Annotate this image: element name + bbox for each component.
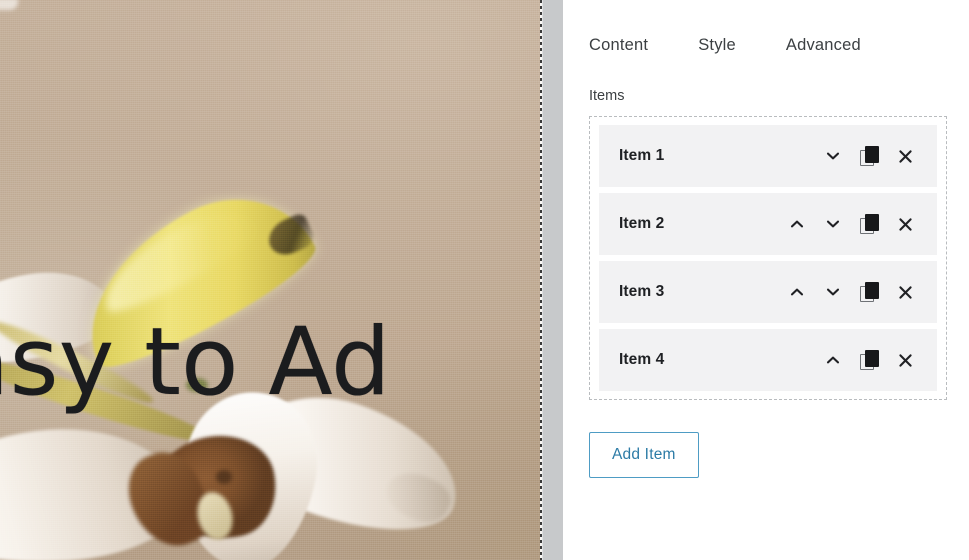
chevron-down-icon[interactable]: [815, 138, 851, 174]
copy-icon[interactable]: [851, 274, 887, 310]
close-icon[interactable]: [887, 274, 923, 310]
item-actions: [815, 342, 923, 378]
app-root: asy to Ad Content Style Advanced Items I…: [0, 0, 969, 560]
tab-content[interactable]: Content: [589, 36, 648, 55]
table-row[interactable]: Item 3: [599, 261, 937, 323]
item-actions: [779, 206, 923, 242]
photo-grain: [0, 0, 542, 560]
tab-advanced[interactable]: Advanced: [786, 36, 861, 55]
item-actions: [815, 138, 923, 174]
chevron-up-icon[interactable]: [815, 342, 851, 378]
settings-panel: Content Style Advanced Items Item 1 Item…: [565, 0, 969, 560]
chevron-down-icon[interactable]: [815, 274, 851, 310]
item-label: Item 4: [619, 351, 665, 368]
copy-icon[interactable]: [851, 342, 887, 378]
items-section-label: Items: [589, 88, 625, 104]
item-label: Item 1: [619, 147, 665, 164]
item-label: Item 2: [619, 215, 665, 232]
copy-icon[interactable]: [851, 138, 887, 174]
image-preview-canvas[interactable]: asy to Ad: [0, 0, 542, 560]
preview-headline-text[interactable]: asy to Ad: [0, 316, 391, 410]
table-row[interactable]: Item 4: [599, 329, 937, 391]
add-item-button[interactable]: Add Item: [589, 432, 699, 478]
close-icon[interactable]: [887, 206, 923, 242]
chevron-up-icon[interactable]: [779, 206, 815, 242]
copy-icon[interactable]: [851, 206, 887, 242]
close-icon[interactable]: [887, 138, 923, 174]
tab-style[interactable]: Style: [698, 36, 736, 55]
item-actions: [779, 274, 923, 310]
chevron-down-icon[interactable]: [815, 206, 851, 242]
close-icon[interactable]: [887, 342, 923, 378]
preview-scrollbar-thumb[interactable]: [543, 0, 563, 560]
panel-tabs: Content Style Advanced: [589, 0, 947, 68]
preview-scrollbar[interactable]: [542, 0, 563, 560]
table-row[interactable]: Item 2: [599, 193, 937, 255]
item-label: Item 3: [619, 283, 665, 300]
flower-photo: [0, 0, 542, 560]
items-list-container: Item 1 Item 2 Item 3 Item 4: [589, 116, 947, 400]
chevron-up-icon[interactable]: [779, 274, 815, 310]
table-row[interactable]: Item 1: [599, 125, 937, 187]
